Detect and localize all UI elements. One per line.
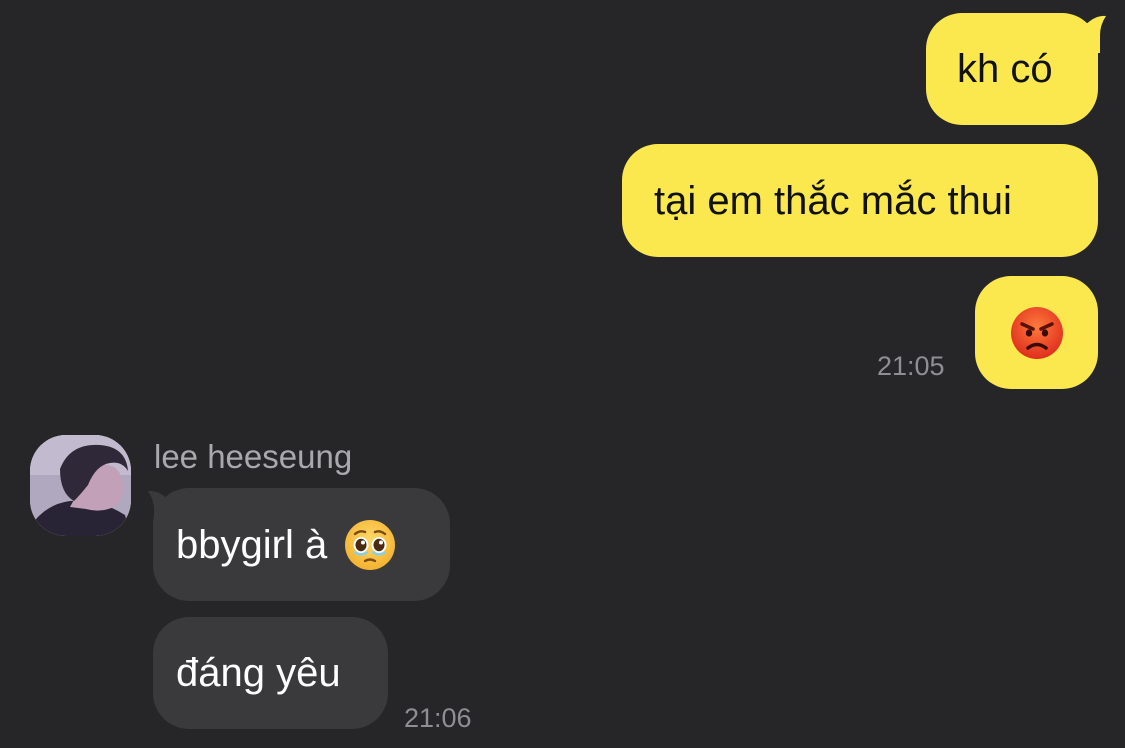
incoming-message-bubble[interactable]: bbygirl à bbox=[153, 488, 450, 601]
message-text: đáng yêu bbox=[176, 651, 341, 695]
holding-back-tears-emoji bbox=[345, 519, 396, 570]
angry-face-emoji bbox=[1010, 306, 1063, 359]
outgoing-message-bubble[interactable]: tại em thắc mắc thui bbox=[622, 144, 1098, 257]
sender-name: lee heeseung bbox=[154, 438, 353, 475]
incoming-message-bubble[interactable]: đáng yêu bbox=[153, 617, 388, 729]
message-text: kh có bbox=[957, 47, 1053, 91]
profile-photo bbox=[30, 435, 131, 536]
message-text: tại em thắc mắc thui bbox=[654, 178, 1012, 223]
chat-thread: kh có tại em thắc mắc thui 21:05 lee hee… bbox=[0, 0, 1125, 748]
outgoing-message-bubble[interactable] bbox=[975, 276, 1098, 389]
bubble-tail bbox=[148, 490, 184, 528]
message-timestamp: 21:05 bbox=[877, 351, 945, 381]
message-text: bbygirl à bbox=[176, 522, 328, 567]
message-timestamp: 21:06 bbox=[404, 703, 472, 733]
avatar[interactable] bbox=[30, 435, 131, 536]
bubble-tail bbox=[1070, 15, 1106, 53]
